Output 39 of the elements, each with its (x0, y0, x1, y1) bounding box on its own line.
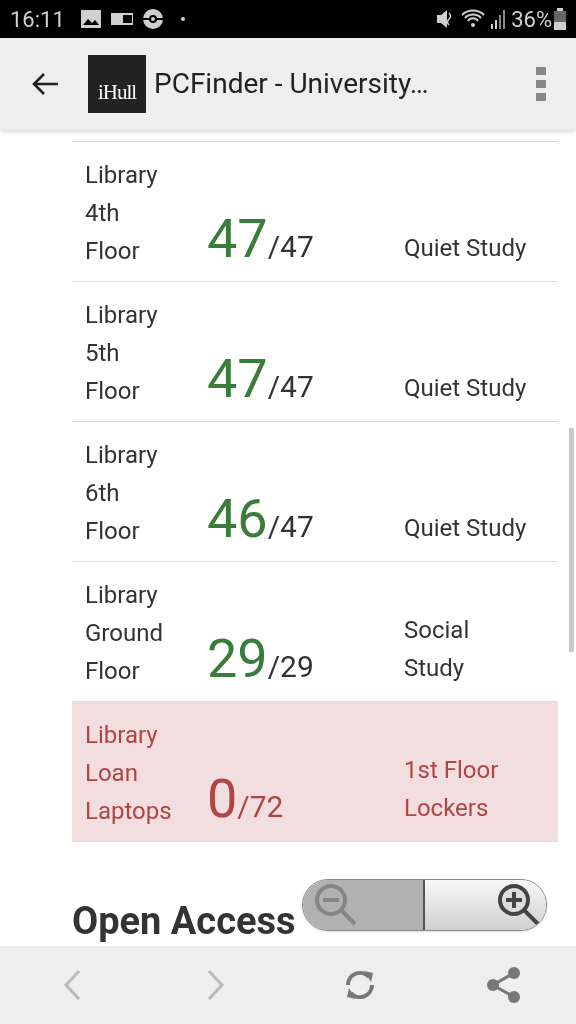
back-arrow-icon (31, 72, 59, 96)
room-type: Quiet Study (404, 233, 527, 264)
battery-level: 36% (511, 5, 552, 34)
battery-icon (554, 8, 566, 30)
room-name: Library Ground Floor (85, 580, 164, 687)
available-count: 47 (207, 209, 268, 269)
room-type: Quiet Study (404, 373, 527, 404)
total-count: /29 (267, 648, 314, 686)
zoom-in-button[interactable] (425, 880, 546, 930)
total-count: /72 (237, 789, 284, 826)
mute-icon (437, 9, 454, 29)
signal-icon (491, 9, 506, 29)
section-heading: Open Access (72, 898, 296, 944)
room-name: Library 6th Floor (85, 440, 159, 547)
dot-icon (180, 17, 185, 21)
room-name: Library 5th Floor (85, 300, 159, 407)
available-count: 0 (207, 769, 238, 829)
clock: 16:11 (10, 5, 65, 34)
page-title: PCFinder - University… (154, 66, 429, 102)
more-icon (536, 67, 546, 101)
room-name: Library Loan Laptops (85, 720, 173, 827)
chevron-left-icon (63, 969, 81, 1001)
chevron-right-icon (207, 969, 225, 1001)
total-count: /47 (267, 229, 314, 266)
room-type: Quiet Study (404, 513, 527, 544)
share-icon (486, 966, 522, 1004)
room-type: Social Study (404, 615, 470, 684)
room-type: 1st Floor Lockers (404, 755, 499, 824)
available-count: 47 (207, 349, 268, 409)
room-name: Library 4th Floor (85, 160, 159, 267)
total-count: /47 (267, 508, 314, 546)
logo: iHull (88, 55, 146, 113)
menu-button[interactable] (536, 67, 546, 101)
total-count: /47 (267, 369, 314, 406)
ball-icon (142, 9, 163, 29)
image-icon (80, 10, 101, 28)
available-count: 46 (207, 489, 268, 549)
available-count: 29 (207, 629, 268, 689)
zoom-out-icon (313, 882, 359, 928)
